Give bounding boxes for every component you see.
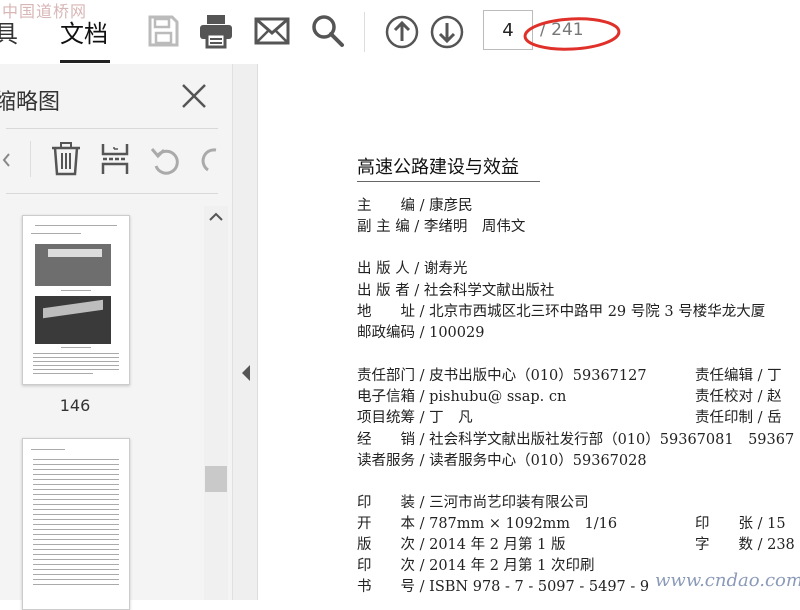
copyright-line: 邮政编码 / 100029 bbox=[357, 325, 485, 341]
panel-title: 缩略图 bbox=[0, 90, 61, 115]
page-thumbnail[interactable] bbox=[22, 438, 130, 610]
rotate-left-icon[interactable] bbox=[150, 144, 182, 176]
copyright-line-right: 责任印制 / 岳 bbox=[695, 410, 782, 426]
watermark-bottom: www.cndao.com bbox=[655, 570, 800, 591]
save-icon[interactable] bbox=[146, 14, 180, 48]
copyright-line: 开 本 / 787mm × 1092mm 1/16 bbox=[357, 516, 618, 532]
copyright-line: 出 版 者 / 社会科学文献出版社 bbox=[357, 283, 555, 299]
close-icon[interactable] bbox=[180, 82, 208, 110]
copyright-line-right: 印 张 / 15 bbox=[695, 516, 786, 532]
extract-pages-icon[interactable] bbox=[100, 142, 130, 176]
copyright-line: 主 编 / 康彦民 bbox=[357, 198, 473, 214]
copyright-line: 书 号 / ISBN 978 - 7 - 5097 - 5497 - 9 bbox=[357, 579, 650, 595]
copyright-line-right: 责任编辑 / 丁 bbox=[695, 368, 782, 384]
mail-icon[interactable] bbox=[254, 16, 290, 46]
panel-divider bbox=[6, 128, 218, 129]
panel-divider bbox=[6, 193, 218, 194]
copyright-line: 读者服务 / 读者服务中心（010）59367028 bbox=[357, 453, 647, 469]
thumbnail-page-number: 146 bbox=[59, 396, 91, 415]
collapse-panel-icon[interactable] bbox=[241, 364, 251, 382]
print-icon[interactable] bbox=[198, 13, 234, 49]
book-title: 高速公路建设与效益 bbox=[357, 157, 519, 178]
trash-icon[interactable] bbox=[50, 142, 82, 176]
copyright-line: 电子信箱 / pishubu@ ssap. cn bbox=[357, 389, 567, 405]
copyright-line: 版 次 / 2014 年 2 月第 1 版 bbox=[357, 537, 566, 553]
title-rule bbox=[357, 181, 540, 182]
panel-collapse-strip[interactable] bbox=[233, 64, 258, 600]
next-page-icon[interactable] bbox=[430, 15, 464, 49]
tab-tools[interactable]: 具 bbox=[0, 14, 18, 49]
copyright-line: 出 版 人 / 谢寿光 bbox=[357, 261, 468, 277]
toolbar-separator bbox=[364, 12, 365, 52]
tab-document[interactable]: 文档 bbox=[60, 14, 108, 49]
copyright-line: 责任部门 / 皮书出版中心（010）59367127 bbox=[357, 368, 647, 384]
copyright-line: 印 次 / 2014 年 2 月第 1 次印刷 bbox=[357, 558, 595, 574]
copyright-line-right: 责任校对 / 赵 bbox=[695, 389, 782, 405]
rotate-right-icon[interactable] bbox=[200, 144, 218, 176]
chevron-up-icon[interactable] bbox=[207, 208, 225, 226]
panel-tool-separator bbox=[30, 141, 31, 177]
thumbnail-scrollbar[interactable] bbox=[204, 206, 228, 600]
copyright-line: 地 址 / 北京市西城区北三环中路甲 29 号院 3 号楼华龙大厦 bbox=[357, 304, 766, 320]
copyright-line: 副 主 编 / 李绪明 周伟文 bbox=[357, 219, 526, 235]
copyright-line: 经 销 / 社会科学文献出版社发行部（010）59367081 59367 bbox=[357, 432, 795, 448]
page-thumbnail[interactable] bbox=[22, 215, 130, 385]
annotation-ellipse bbox=[522, 14, 622, 54]
previous-page-icon[interactable] bbox=[385, 15, 419, 49]
scrollbar-thumb[interactable] bbox=[205, 466, 227, 492]
copyright-line-right: 字 数 / 238 bbox=[695, 537, 795, 553]
copyright-line: 印 装 / 三河市尚艺印装有限公司 bbox=[357, 495, 589, 511]
search-icon[interactable] bbox=[311, 14, 345, 48]
copyright-line: 项目统筹 / 丁 凡 bbox=[357, 410, 473, 426]
chevron-left-icon[interactable] bbox=[2, 150, 10, 170]
active-tab-indicator bbox=[60, 60, 110, 63]
